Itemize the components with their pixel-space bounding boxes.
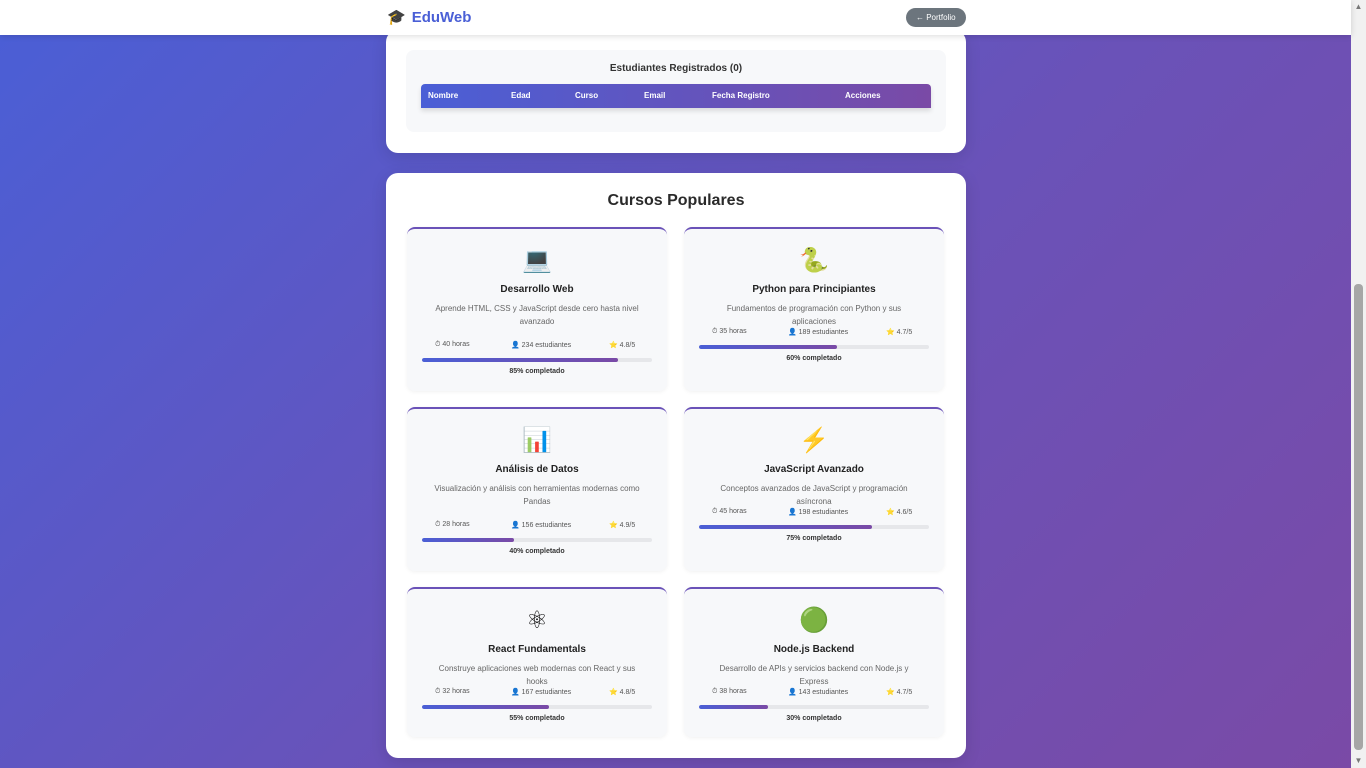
scroll-down-arrow-icon[interactable]: ▼ [1351,754,1366,768]
course-rating: ⭐ 4.9/5 [609,522,636,529]
course-rating: ⭐ 4.8/5 [609,689,636,696]
react-atom-icon: ⚛ [526,607,548,634]
course-progress-bar [422,358,652,362]
progress-label: 55% completado [509,715,565,722]
course-description: Visualización y análisis con herramienta… [434,484,640,506]
course-hours: ⏱ 38 horas [712,688,747,695]
course-progress-bar [699,345,929,349]
course-progress-bar [699,705,929,709]
laptop-icon: 💻 [522,247,552,274]
page-scrollbar[interactable]: ▲ ▼ [1351,0,1366,768]
progress-fill [699,525,872,529]
top-navbar: 🎓 EduWeb ← Portfolio [0,0,1351,35]
course-students: 👤 234 estudiantes [511,342,572,349]
course-students: 👤 156 estudiantes [511,522,572,529]
brand-logo[interactable]: 🎓 EduWeb [387,9,471,27]
course-students: 👤 167 estudiantes [511,689,572,696]
column-header-email: Email [644,91,666,100]
course-title: JavaScript Avanzado [764,464,864,475]
scroll-up-arrow-icon[interactable]: ▲ [1351,0,1366,14]
column-header-fecha-registro: Fecha Registro [712,91,770,100]
course-rating: ⭐ 4.8/5 [609,342,636,349]
course-card-python[interactable]: 🐍 Python para Principiantes Fundamentos … [684,227,944,391]
progress-fill [699,705,768,709]
scrollbar-thumb[interactable] [1354,284,1363,750]
course-card-react[interactable]: ⚛ React Fundamentals Construye aplicacio… [407,587,667,737]
course-card-analisis-datos[interactable]: 📊 Análisis de Datos Visualización y anál… [407,407,667,571]
course-description: Construye aplicaciones web modernas con … [438,664,636,686]
column-header-curso: Curso [575,91,599,100]
course-card-nodejs[interactable]: 🟢 Node.js Backend Desarrollo de APIs y s… [684,587,944,737]
course-rating: ⭐ 4.7/5 [886,689,913,696]
progress-label: 40% completado [509,548,565,555]
students-table-container: Estudiantes Registrados (0) Nombre Edad … [406,50,946,132]
course-rating: ⭐ 4.7/5 [886,329,913,336]
progress-fill [422,358,618,362]
course-progress-bar [699,525,929,529]
course-title: Node.js Backend [773,644,855,655]
progress-label: 85% completado [509,368,565,375]
course-hours: ⏱ 28 horas [435,521,470,528]
course-description: Conceptos avanzados de JavaScript y prog… [720,484,908,506]
course-hours: ⏱ 40 horas [435,341,470,348]
course-progress-bar [422,705,652,709]
column-header-edad: Edad [511,91,531,100]
course-title: Python para Principiantes [752,284,876,295]
course-title: Desarrollo Web [500,284,574,295]
popular-courses-section: Cursos Populares 💻 Desarrollo Web Aprend… [386,173,966,758]
course-hours: ⏱ 32 horas [435,688,470,695]
column-header-nombre: Nombre [428,91,459,100]
progress-fill [699,345,837,349]
course-card-desarrollo-web[interactable]: 💻 Desarrollo Web Aprende HTML, CSS y Jav… [407,227,667,391]
course-hours: ⏱ 35 horas [712,328,747,335]
progress-fill [422,705,549,709]
course-title: React Fundamentals [488,644,586,655]
progress-label: 30% completado [786,715,842,722]
students-table-header: Nombre Edad Curso Email Fecha Registro A… [421,84,931,108]
course-students: 👤 198 estudiantes [788,509,849,516]
green-circle-icon: 🟢 [799,607,829,634]
lightning-icon: ⚡ [799,427,829,454]
column-header-acciones: Acciones [845,91,881,100]
course-rating: ⭐ 4.6/5 [886,509,913,516]
section-title: Cursos Populares [607,192,745,209]
graduation-cap-icon: 🎓 [387,9,406,26]
course-description: Aprende HTML, CSS y JavaScript desde cer… [435,304,639,326]
course-card-javascript-avanzado[interactable]: ⚡ JavaScript Avanzado Conceptos avanzado… [684,407,944,571]
brand-name: EduWeb [411,9,472,26]
back-to-portfolio-button[interactable]: ← Portfolio [906,8,966,27]
students-section: Estudiantes Registrados (0) Nombre Edad … [386,30,966,153]
snake-icon: 🐍 [799,247,829,274]
progress-fill [422,538,514,542]
course-students: 👤 189 estudiantes [788,329,849,336]
course-students: 👤 143 estudiantes [788,689,849,696]
course-title: Análisis de Datos [495,464,579,475]
course-progress-bar [422,538,652,542]
course-hours: ⏱ 45 horas [712,508,747,515]
progress-label: 75% completado [786,535,842,542]
students-title: Estudiantes Registrados (0) [609,63,743,74]
course-description: Fundamentos de programación con Python y… [726,304,902,326]
course-description: Desarrollo de APIs y servicios backend c… [719,664,909,686]
progress-label: 60% completado [786,355,842,362]
bar-chart-icon: 📊 [522,427,552,454]
